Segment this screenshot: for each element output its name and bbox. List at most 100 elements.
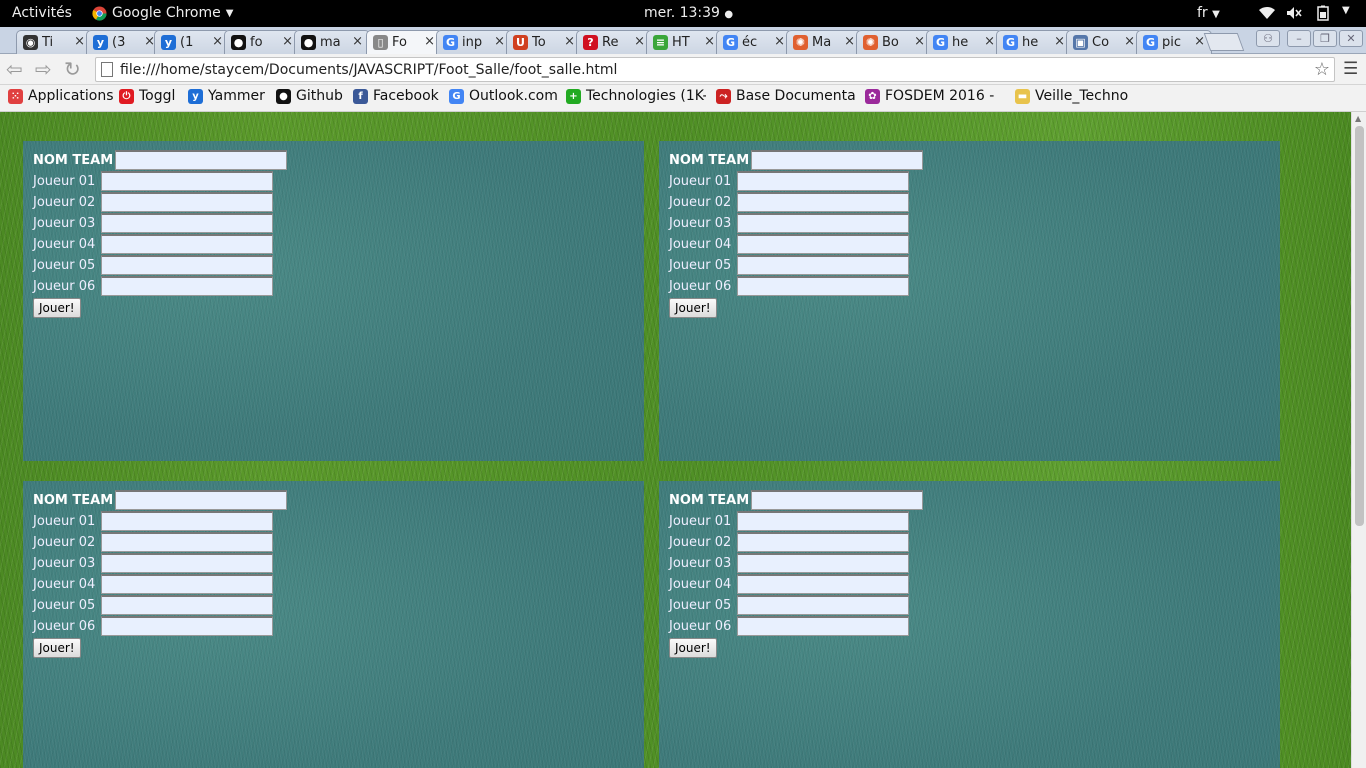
player-input[interactable]: [101, 276, 273, 296]
player-input[interactable]: [737, 553, 909, 573]
bookmark-item[interactable]: + Technologies (1K-: [566, 88, 706, 104]
tab-close-icon[interactable]: ×: [282, 34, 293, 49]
play-button[interactable]: Jouer!: [33, 298, 81, 318]
player-input[interactable]: [737, 255, 909, 275]
browser-tab[interactable]: ✺ Bo ×: [856, 30, 932, 54]
activities-button[interactable]: Activités: [12, 5, 72, 21]
app-menu[interactable]: Google Chrome ▼: [92, 5, 233, 21]
browser-tab[interactable]: ● fo ×: [224, 30, 300, 54]
browser-tab[interactable]: ≡ HT ×: [646, 30, 722, 54]
player-input[interactable]: [101, 595, 273, 615]
player-input[interactable]: [737, 595, 909, 615]
bookmark-star-icon[interactable]: ☆: [1314, 59, 1330, 80]
player-input[interactable]: [737, 213, 909, 233]
wifi-icon[interactable]: [1258, 5, 1276, 21]
keyboard-layout[interactable]: fr ▼: [1197, 5, 1220, 21]
player-input[interactable]: [737, 532, 909, 552]
team-name-input[interactable]: [751, 150, 923, 170]
player-input[interactable]: [101, 553, 273, 573]
bookmark-item[interactable]: G Outlook.com: [449, 88, 557, 104]
scrollbar-thumb[interactable]: [1355, 126, 1364, 526]
browser-tab[interactable]: Géc ×: [716, 30, 792, 54]
bookmark-item[interactable]: ✿ FOSDEM 2016 -: [865, 88, 994, 104]
player-input[interactable]: [737, 574, 909, 594]
bookmark-item[interactable]: y Yammer: [188, 88, 265, 104]
bookmark-item[interactable]: f Facebook: [353, 88, 439, 104]
player-input[interactable]: [737, 511, 909, 531]
player-input[interactable]: [101, 171, 273, 191]
play-button[interactable]: Jouer!: [669, 298, 717, 318]
player-input[interactable]: [101, 234, 273, 254]
team-name-input[interactable]: [751, 490, 923, 510]
browser-tab[interactable]: ▣ Co ×: [1066, 30, 1142, 54]
tab-close-icon[interactable]: ×: [774, 34, 785, 49]
tab-close-icon[interactable]: ×: [634, 34, 645, 49]
bookmark-item[interactable]: ● Github: [276, 88, 343, 104]
player-input[interactable]: [101, 255, 273, 275]
chevron-down-icon[interactable]: ▼: [1342, 5, 1350, 16]
tab-close-icon[interactable]: ×: [352, 34, 363, 49]
browser-tab[interactable]: U To ×: [506, 30, 582, 54]
tab-close-icon[interactable]: ×: [844, 34, 855, 49]
tab-close-icon[interactable]: ×: [704, 34, 715, 49]
tab-close-icon[interactable]: ×: [1054, 34, 1065, 49]
maximize-button[interactable]: ❐: [1313, 30, 1337, 47]
tab-title: Co: [1092, 35, 1110, 50]
bookmark-item[interactable]: ⏻ Toggl: [119, 88, 175, 104]
browser-tab[interactable]: ✺ Ma ×: [786, 30, 862, 54]
tab-close-icon[interactable]: ×: [494, 34, 505, 49]
chrome-menu-button[interactable]: ☰: [1343, 59, 1358, 79]
player-input[interactable]: [101, 213, 273, 233]
play-button[interactable]: Jouer!: [33, 638, 81, 658]
browser-tab[interactable]: y (3 ×: [86, 30, 162, 54]
browser-tab[interactable]: y (1 ×: [154, 30, 230, 54]
tab-close-icon[interactable]: ×: [984, 34, 995, 49]
browser-tab[interactable]: Ghe ×: [996, 30, 1072, 54]
player-input[interactable]: [737, 276, 909, 296]
reload-button[interactable]: ↻: [64, 58, 81, 80]
player-input[interactable]: [737, 192, 909, 212]
browser-tab[interactable]: ● ma ×: [294, 30, 370, 54]
team-name-input[interactable]: [115, 150, 287, 170]
scroll-up-arrow-icon[interactable]: ▲: [1355, 114, 1361, 123]
tab-close-icon[interactable]: ×: [1124, 34, 1135, 49]
tab-close-icon[interactable]: ×: [424, 34, 435, 49]
player-input[interactable]: [101, 192, 273, 212]
tab-close-icon[interactable]: ×: [914, 34, 925, 49]
battery-icon[interactable]: [1314, 5, 1332, 21]
browser-tab[interactable]: ▯ Fo ×: [366, 30, 442, 54]
tab-close-icon[interactable]: ×: [564, 34, 575, 49]
forward-button[interactable]: ⇨: [35, 58, 52, 80]
minimize-button[interactable]: –: [1287, 30, 1311, 47]
tab-close-icon[interactable]: ×: [74, 34, 85, 49]
profile-button[interactable]: ⚇: [1256, 30, 1280, 47]
url-text[interactable]: file:///home/staycem/Documents/JAVASCRIP…: [120, 62, 617, 78]
volume-muted-icon[interactable]: [1285, 5, 1303, 21]
player-input[interactable]: [737, 616, 909, 636]
vertical-scrollbar[interactable]: ▲: [1351, 112, 1366, 768]
bookmark-item[interactable]: ⁙ Applications: [8, 88, 113, 104]
browser-tab[interactable]: ? Re ×: [576, 30, 652, 54]
player-input[interactable]: [101, 511, 273, 531]
bookmark-item[interactable]: ⤳ Base Documentai: [716, 88, 856, 104]
play-button[interactable]: Jouer!: [669, 638, 717, 658]
browser-tab[interactable]: ◉ Ti ×: [16, 30, 92, 54]
address-bar[interactable]: file:///home/staycem/Documents/JAVASCRIP…: [95, 57, 1335, 82]
player-input[interactable]: [737, 234, 909, 254]
browser-tab[interactable]: Ghe ×: [926, 30, 1002, 54]
bookmark-item[interactable]: ▬ Veille_Techno: [1015, 88, 1128, 104]
back-button[interactable]: ⇦: [6, 58, 23, 80]
browser-tab[interactable]: Gpic ×: [1136, 30, 1212, 54]
player-row: Joueur 04: [669, 574, 909, 594]
tab-close-icon[interactable]: ×: [212, 34, 223, 49]
player-input[interactable]: [737, 171, 909, 191]
team-name-input[interactable]: [115, 490, 287, 510]
new-tab-button[interactable]: [1203, 33, 1245, 51]
player-input[interactable]: [101, 532, 273, 552]
player-input[interactable]: [101, 574, 273, 594]
browser-tab[interactable]: Ginp ×: [436, 30, 512, 54]
tab-close-icon[interactable]: ×: [1194, 34, 1205, 49]
player-input[interactable]: [101, 616, 273, 636]
close-window-button[interactable]: ✕: [1339, 30, 1363, 47]
clock[interactable]: mer. 13:39 ●: [644, 5, 733, 21]
